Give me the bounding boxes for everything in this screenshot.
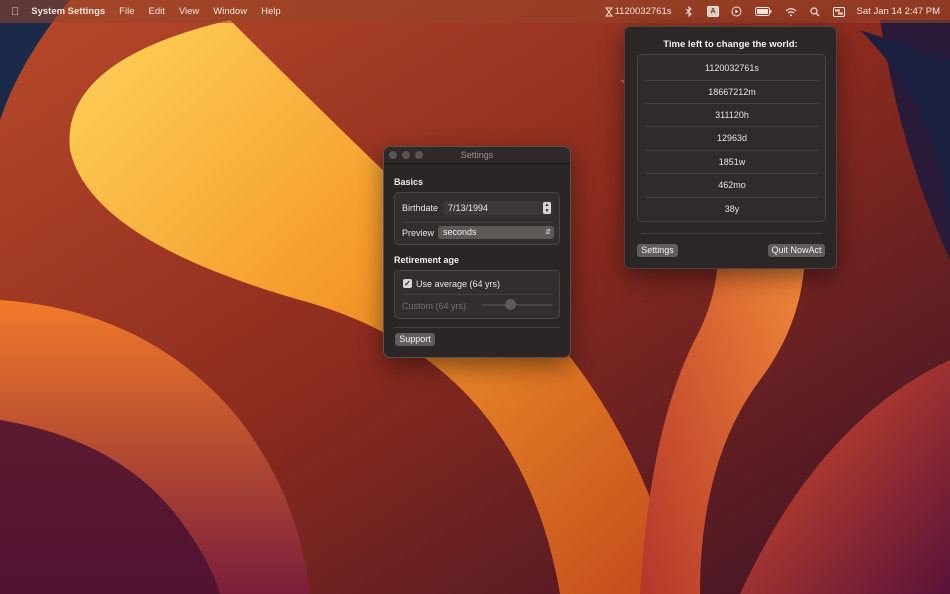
time-left-days: 12963d	[716, 133, 748, 143]
popover-divider	[641, 233, 822, 234]
date-stepper-icon[interactable]: ▲ ▼	[543, 202, 551, 214]
row-divider	[403, 222, 553, 223]
time-left-seconds: 1120032761s	[705, 63, 759, 73]
menu-file[interactable]: File	[119, 6, 134, 17]
input-source-icon[interactable]: A	[707, 6, 719, 17]
support-button[interactable]: Support	[395, 333, 435, 346]
preview-select[interactable]: seconds ⇵	[438, 226, 554, 239]
time-left-months: 462mo	[718, 180, 746, 190]
menu-bar:  System Settings File Edit View Window …	[0, 0, 950, 23]
time-left-years: 38y	[724, 204, 740, 214]
custom-age-slider-knob[interactable]	[505, 299, 516, 310]
retirement-heading: Retirement age	[394, 255, 460, 265]
menu-view[interactable]: View	[179, 6, 199, 17]
custom-age-slider[interactable]	[481, 304, 553, 306]
quit-button[interactable]: Quit NowAct	[768, 244, 825, 257]
battery-icon[interactable]	[755, 6, 773, 18]
window-divider	[394, 327, 560, 328]
time-left-minutes: 18667212m	[708, 87, 756, 97]
custom-age-label: Custom (64 yrs)	[402, 301, 467, 311]
hourglass-icon	[603, 6, 615, 18]
use-average-checkbox[interactable]: ✓	[403, 279, 412, 288]
preview-label: Preview	[402, 228, 435, 238]
menu-edit[interactable]: Edit	[148, 6, 164, 17]
settings-window: Settings Basics Birthdate 7/13/1994 ▲ ▼ P…	[383, 146, 571, 358]
menu-help[interactable]: Help	[261, 6, 281, 17]
status-item-counter[interactable]: 1120032761s	[603, 6, 672, 18]
basics-heading: Basics	[394, 177, 424, 187]
window-title: Settings	[460, 150, 494, 160]
time-left-weeks: 1851w	[718, 157, 746, 167]
birthdate-label: Birthdate	[402, 203, 439, 213]
basics-group: Birthdate 7/13/1994 ▲ ▼ Preview seconds ⇵	[394, 192, 560, 245]
menu-app-name[interactable]: System Settings	[31, 6, 105, 17]
menu-window[interactable]: Window	[213, 6, 247, 17]
menubar-clock[interactable]: Sat Jan 14 2:47 PM	[857, 6, 940, 17]
popover-title: Time left to change the world:	[663, 39, 798, 50]
menubar-popover: Time left to change the world: 112003276…	[624, 26, 837, 269]
birthdate-field[interactable]: 7/13/1994 ▲ ▼	[443, 201, 553, 215]
row-divider	[403, 294, 553, 295]
wifi-icon[interactable]	[785, 6, 797, 18]
control-center-icon[interactable]	[832, 6, 845, 18]
bluetooth-icon[interactable]	[683, 6, 695, 18]
apple-menu-icon[interactable]: 	[11, 6, 19, 18]
chevron-updown-icon: ⇵	[545, 229, 551, 236]
window-titlebar[interactable]: Settings	[384, 147, 570, 164]
time-left-list: 1120032761s 18667212m 311120h 12963d 185…	[637, 54, 826, 222]
play-circle-icon[interactable]	[731, 6, 743, 18]
status-counter-text: 1120032761s	[614, 6, 672, 17]
use-average-label[interactable]: Use average (64 yrs)	[416, 279, 500, 289]
settings-button[interactable]: Settings	[637, 244, 678, 257]
preview-selected-value: seconds	[443, 227, 477, 237]
retirement-group: ✓ Use average (64 yrs) Custom (64 yrs)	[394, 270, 560, 319]
search-icon[interactable]	[809, 6, 821, 18]
time-left-hours: 311120h	[715, 110, 749, 120]
birthdate-value: 7/13/1994	[448, 203, 489, 213]
